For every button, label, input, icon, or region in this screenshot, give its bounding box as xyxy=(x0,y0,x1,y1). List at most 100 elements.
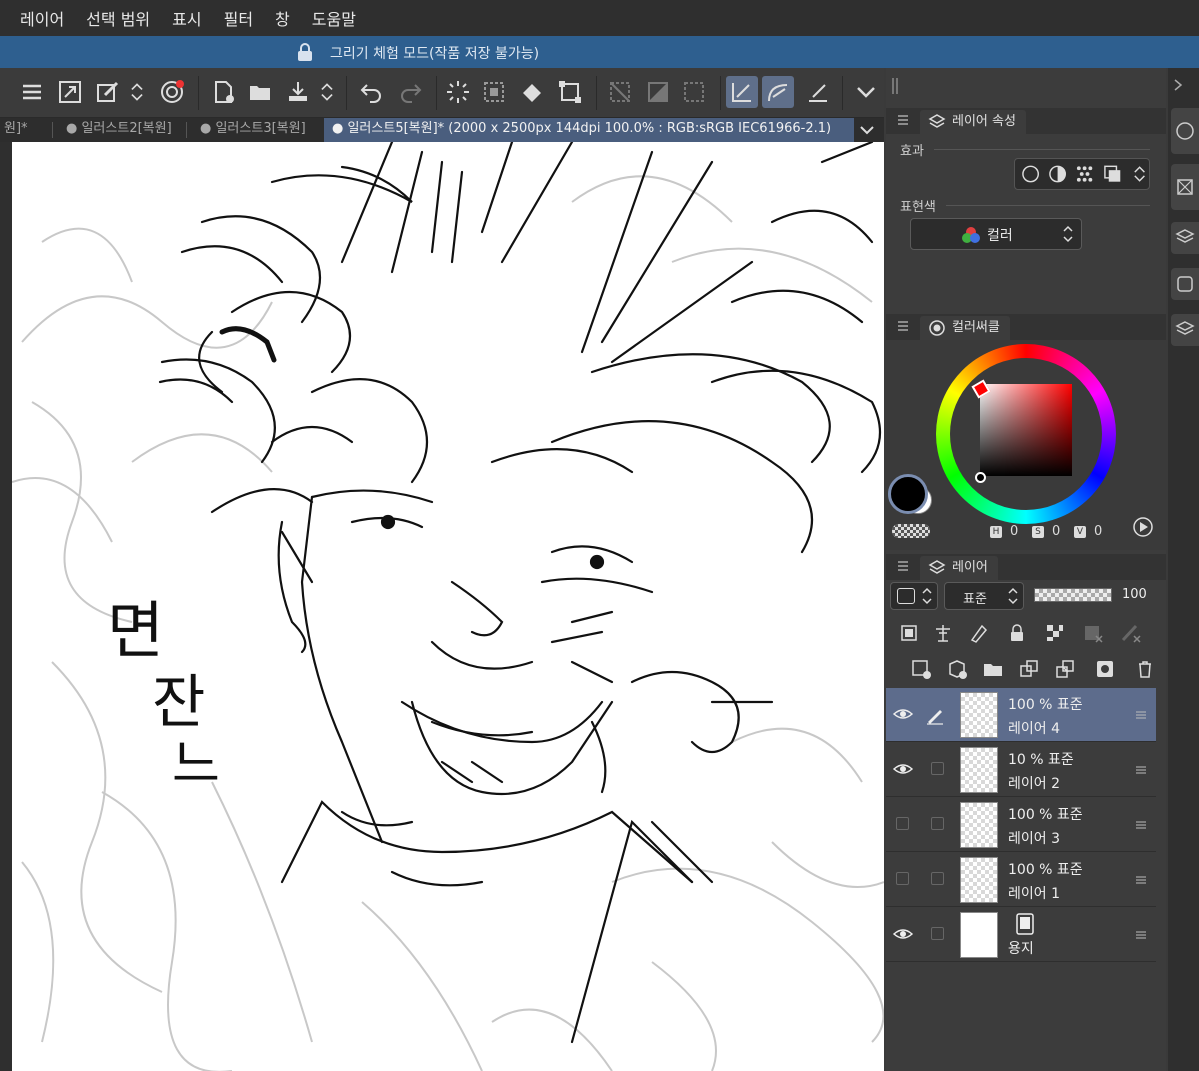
strip-material-button[interactable] xyxy=(1171,268,1199,300)
menu-window[interactable]: 창 xyxy=(275,6,290,30)
saturation-value-square[interactable] xyxy=(980,384,1072,476)
tab-illust1[interactable]: 원]* xyxy=(0,118,52,142)
menu-layer[interactable]: 레이어 xyxy=(20,6,64,30)
layer-opacity-slider[interactable] xyxy=(1034,588,1112,602)
reference-layer-icon[interactable] xyxy=(930,620,956,646)
right-panel: 레이어 속성 효과 표현색 컬러 컬러써클 H 0 S 0 V 0 레이어 표준… xyxy=(886,68,1166,1071)
main-menu-icon[interactable] xyxy=(16,76,48,108)
create-mask-icon[interactable] xyxy=(1092,656,1118,682)
layer-row[interactable]: 100 % 표준 레이어 3 xyxy=(886,798,1156,852)
mask-enable-icon[interactable] xyxy=(1080,620,1106,646)
layer-color-icon[interactable] xyxy=(1103,164,1122,184)
layer-edit-checkbox[interactable] xyxy=(931,872,944,885)
visibility-eye-icon[interactable] xyxy=(892,759,914,779)
layer-type-select[interactable] xyxy=(890,582,938,610)
redo-icon[interactable] xyxy=(394,76,426,108)
layer-row[interactable]: 10 % 표준 레이어 2 xyxy=(886,743,1156,797)
layer-opacity-value[interactable]: 100 xyxy=(1122,587,1147,602)
hide-outside-selection-icon[interactable] xyxy=(604,76,636,108)
strip-layers-button[interactable] xyxy=(1171,314,1199,346)
main-color-swatch[interactable] xyxy=(888,474,928,514)
edit-image-icon[interactable] xyxy=(92,76,124,108)
layer-row[interactable]: 100 % 표준 레이어 4 xyxy=(886,688,1156,742)
clip-layer-icon[interactable] xyxy=(896,620,922,646)
visibility-eye-icon[interactable] xyxy=(892,704,914,724)
new-vector-layer-icon[interactable] xyxy=(944,656,970,682)
visibility-eye-icon[interactable] xyxy=(892,924,914,944)
toolbar-scroll-icon[interactable] xyxy=(126,76,148,108)
tab-layers[interactable]: 레이어 xyxy=(920,556,998,580)
tab-color-circle[interactable]: 컬러써클 xyxy=(920,316,1010,340)
strip-sub-view-button[interactable] xyxy=(1171,164,1199,210)
tab-illust5[interactable]: ● 일러스트5[복원]* (2000 x 2500px 144dpi 100.0… xyxy=(324,118,854,142)
merge-below-icon[interactable] xyxy=(1052,656,1078,682)
tone-icon[interactable] xyxy=(642,76,674,108)
play-circle-icon[interactable] xyxy=(1132,516,1154,538)
layer-visibility-checkbox[interactable] xyxy=(896,872,909,885)
transfer-below-icon[interactable] xyxy=(1016,656,1042,682)
strip-navigator-button[interactable] xyxy=(1171,108,1199,154)
layer-row[interactable]: 용지 xyxy=(886,908,1156,962)
color-circle-icon xyxy=(929,320,945,336)
layer-drag-handle-icon[interactable] xyxy=(1136,930,1146,940)
menu-selection[interactable]: 선택 범위 xyxy=(86,6,150,30)
snap-to-special-ruler-icon[interactable] xyxy=(762,76,794,108)
menu-filter[interactable]: 필터 xyxy=(224,6,253,30)
layer-opacity-mode: 100 % 표준 xyxy=(1008,862,1083,878)
extract-line-icon[interactable] xyxy=(1048,164,1067,184)
layer-drag-handle-icon[interactable] xyxy=(1136,710,1146,720)
menu-view[interactable]: 표시 xyxy=(172,6,201,30)
chevron-right-icon[interactable] xyxy=(1172,78,1184,92)
effect-scroll-icon[interactable] xyxy=(1130,164,1149,184)
toolbar-scroll-icon-2[interactable] xyxy=(316,76,338,108)
sub-view-icon xyxy=(1177,179,1193,195)
menu-help[interactable]: 도움말 xyxy=(312,6,356,30)
layer-edit-checkbox[interactable] xyxy=(931,762,944,775)
save-icon[interactable] xyxy=(282,76,314,108)
selection-border-icon[interactable] xyxy=(678,76,710,108)
tone-effect-icon[interactable] xyxy=(1075,164,1094,184)
border-effect-icon[interactable] xyxy=(1021,164,1040,184)
drawing-canvas[interactable]: 면 잔 느 xyxy=(12,142,884,1071)
new-raster-layer-icon[interactable] xyxy=(908,656,934,682)
tab-illust2[interactable]: ● 일러스트2[복원] xyxy=(58,118,184,142)
layer-edit-checkbox[interactable] xyxy=(931,927,944,940)
lock-layer-icon[interactable] xyxy=(1004,620,1030,646)
layer-drag-handle-icon[interactable] xyxy=(1136,820,1146,830)
layer-edit-checkbox[interactable] xyxy=(931,817,944,830)
snap-to-grid-icon[interactable] xyxy=(802,76,834,108)
tab-list-chevron-icon[interactable] xyxy=(858,122,876,138)
toolbar-more-icon[interactable] xyxy=(850,76,882,108)
spiral-icon[interactable] xyxy=(156,76,188,108)
draft-layer-icon[interactable] xyxy=(966,620,992,646)
layer-thumbnail xyxy=(960,857,998,903)
sv-marker[interactable] xyxy=(975,472,986,483)
selection-clear-icon[interactable] xyxy=(478,76,510,108)
layer-drag-handle-icon[interactable] xyxy=(1136,765,1146,775)
fill-icon[interactable] xyxy=(516,76,548,108)
new-file-icon[interactable] xyxy=(208,76,240,108)
layer-visibility-checkbox[interactable] xyxy=(896,817,909,830)
expression-color-select[interactable]: 컬러 xyxy=(910,218,1082,250)
delete-layer-icon[interactable] xyxy=(1132,656,1158,682)
layer-drag-handle-icon[interactable] xyxy=(1136,875,1146,885)
panel-menu-icon[interactable] xyxy=(898,114,908,126)
hsv-v: V0 xyxy=(1074,524,1102,539)
panel-menu-icon[interactable] xyxy=(898,320,908,332)
tab-layer-property[interactable]: 레이어 속성 xyxy=(920,110,1026,134)
panel-menu-icon[interactable] xyxy=(898,560,908,572)
open-folder-icon[interactable] xyxy=(244,76,276,108)
lock-transparency-icon[interactable] xyxy=(1042,620,1068,646)
transform-icon[interactable] xyxy=(554,76,586,108)
new-folder-icon[interactable] xyxy=(980,656,1006,682)
canvas-size-icon[interactable] xyxy=(54,76,86,108)
transparent-color-swatch[interactable] xyxy=(892,524,930,538)
tab-illust3[interactable]: ● 일러스트3[복원] xyxy=(192,118,318,142)
blend-mode-select[interactable]: 표준 xyxy=(944,582,1024,610)
layer-row[interactable]: 100 % 표준 레이어 1 xyxy=(886,853,1156,907)
loading-icon[interactable] xyxy=(442,76,474,108)
ruler-enable-icon[interactable] xyxy=(1118,620,1144,646)
strip-layer-property-button[interactable] xyxy=(1171,222,1199,254)
snap-to-ruler-icon[interactable] xyxy=(726,76,758,108)
undo-icon[interactable] xyxy=(356,76,388,108)
